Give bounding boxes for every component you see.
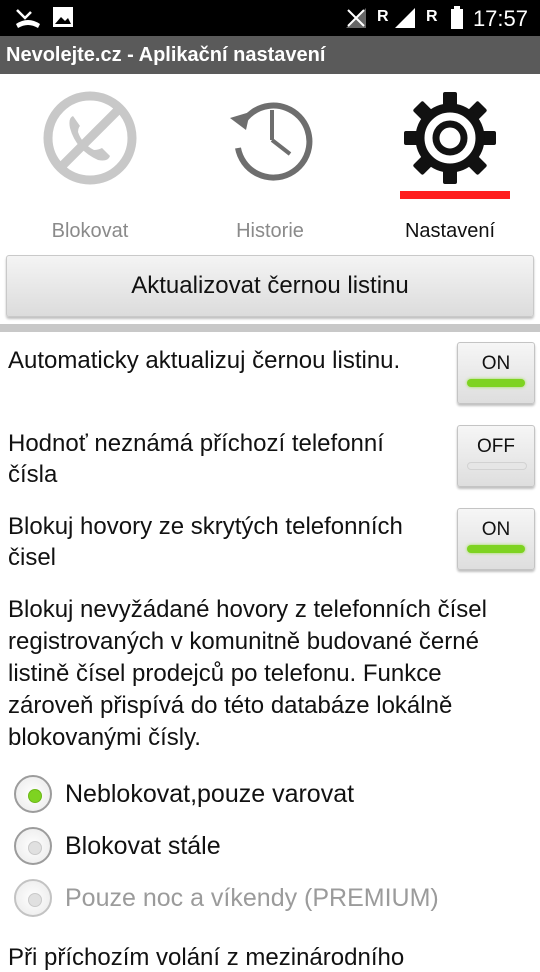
radio-dot	[28, 893, 42, 907]
update-blacklist-button[interactable]: Aktualizovat černou listinu	[6, 255, 534, 317]
divider	[0, 324, 540, 332]
international-call-text: Při příchozím volání z mezinárodního	[8, 944, 405, 971]
radio-dot	[28, 841, 42, 855]
image-icon	[52, 6, 74, 33]
status-bar: R R 17:57	[0, 0, 540, 36]
roaming-label-2: R	[426, 8, 438, 25]
block-hidden-setting-label: Blokuj hovory ze skrytých telefonních či…	[8, 513, 403, 571]
radio-night-weekend: Pouze noc a víkendy (PREMIUM)	[14, 879, 464, 923]
radio-button[interactable]	[14, 775, 52, 813]
no-signal-icon	[344, 6, 368, 35]
toggle-indicator	[467, 462, 527, 470]
rate-unknown-toggle[interactable]: OFF	[457, 425, 535, 487]
toggle-indicator	[467, 545, 525, 553]
toggle-state: ON	[481, 519, 511, 540]
blocking-description: Blokuj nevyžádané hovory z telefonních č…	[8, 596, 487, 751]
history-icon	[230, 102, 313, 181]
radio-selected-dot	[28, 789, 42, 803]
signal-icon	[393, 6, 417, 35]
auto-update-setting-label: Automaticky aktualizuj černou listinu.	[8, 347, 401, 374]
gear-icon	[404, 92, 496, 184]
radio-button	[14, 879, 52, 917]
active-tab-indicator	[400, 191, 510, 199]
radio-label: Neblokovat,pouze varovat	[65, 780, 355, 808]
tab-nastaveni-label: Nastavení	[404, 220, 496, 242]
block-hidden-toggle[interactable]: ON	[457, 508, 535, 570]
clock: 17:57	[472, 6, 528, 31]
radio-label: Blokovat stále	[65, 832, 221, 860]
toggle-state: ON	[481, 353, 511, 374]
radio-warn-only[interactable]: Neblokovat,pouze varovat	[14, 775, 414, 819]
toggle-state: OFF	[477, 436, 515, 457]
battery-icon	[450, 6, 464, 35]
roaming-label-1: R	[377, 8, 389, 25]
tab-blokovat[interactable]: Blokovat	[0, 74, 180, 250]
tab-historie[interactable]: Historie	[180, 74, 360, 250]
rate-unknown-setting-label: Hodnoť neznámá příchozí telefonní čísla	[8, 430, 384, 488]
tab-historie-label: Historie	[236, 220, 304, 242]
toggle-indicator	[467, 379, 525, 387]
missed-call-icon	[14, 6, 42, 35]
app-title: Nevolejte.cz - Aplikační nastavení	[0, 36, 540, 74]
tab-nastaveni[interactable]: Nastavení	[360, 74, 540, 250]
tab-blokovat-label: Blokovat	[51, 220, 129, 242]
blocked-call-icon	[43, 91, 137, 185]
radio-label: Pouze noc a víkendy (PREMIUM)	[65, 884, 439, 912]
radio-button[interactable]	[14, 827, 52, 865]
radio-always-block[interactable]: Blokovat stále	[14, 827, 414, 871]
auto-update-toggle[interactable]: ON	[457, 342, 535, 404]
